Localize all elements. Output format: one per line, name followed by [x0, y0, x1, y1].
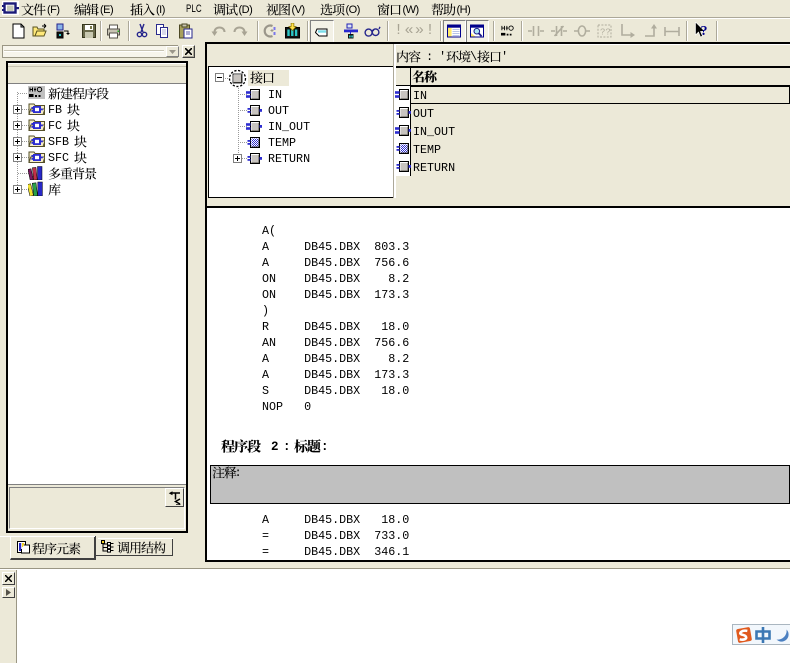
- svg-text:??: ??: [600, 28, 611, 38]
- svg-text:?: ?: [701, 24, 708, 38]
